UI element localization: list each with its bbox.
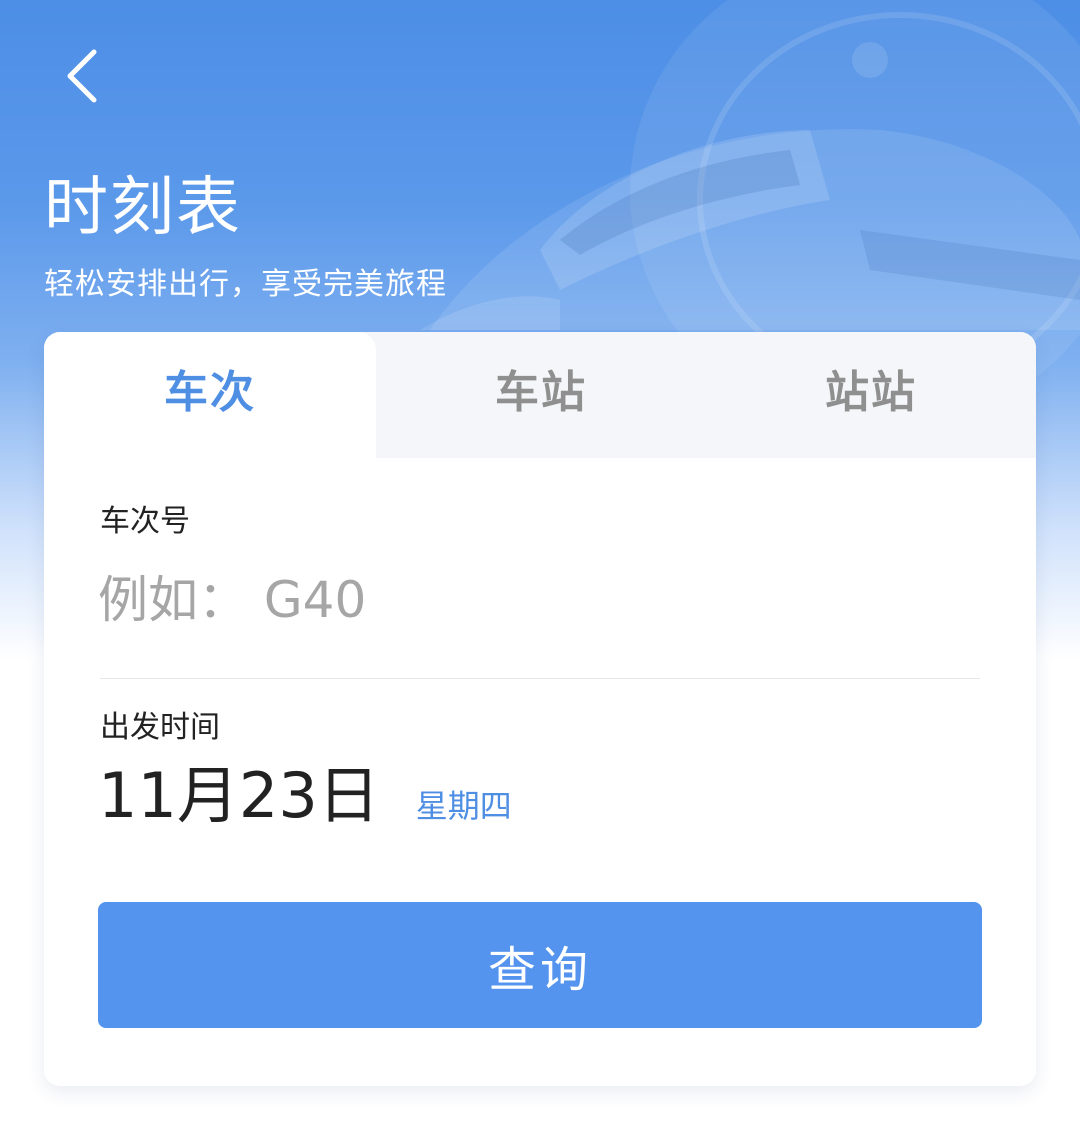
search-card: 车次 车站 站站 车次号 出发时间 11月23日 星期四 查询	[44, 332, 1036, 1086]
chevron-left-icon	[67, 49, 97, 103]
tab-bar: 车次 车站 站站	[44, 332, 1036, 458]
train-number-input[interactable]	[98, 564, 968, 636]
weekday-label: 星期四	[415, 787, 512, 825]
tab-label: 车次	[164, 367, 256, 418]
back-button[interactable]	[52, 40, 116, 112]
tab-station-to-station[interactable]: 站站	[706, 332, 1036, 458]
departure-date-picker[interactable]: 11月23日 星期四	[98, 756, 512, 836]
tab-station[interactable]: 车站	[376, 332, 706, 458]
train-number-label: 车次号	[100, 504, 190, 539]
departure-time-label: 出发时间	[100, 710, 220, 745]
query-button[interactable]: 查询	[98, 902, 982, 1028]
page-subtitle: 轻松安排出行，享受完美旅程	[44, 267, 447, 302]
tab-label: 站站	[825, 367, 917, 418]
tab-label: 车站	[495, 367, 587, 418]
page-title: 时刻表	[44, 171, 242, 245]
departure-date: 11月23日	[98, 759, 380, 832]
tab-train-number[interactable]: 车次	[44, 332, 376, 458]
divider	[100, 678, 980, 679]
